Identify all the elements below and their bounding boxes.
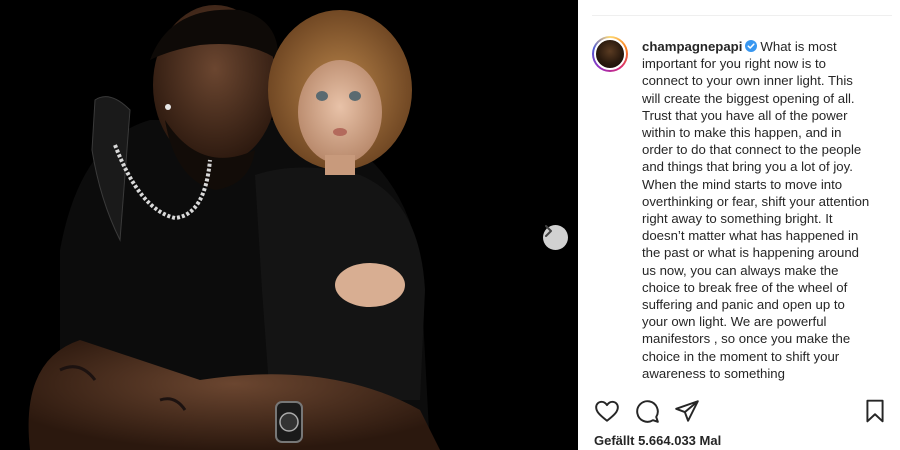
caption-comment: champagnepapi What is most important for …	[592, 36, 892, 386]
heart-icon[interactable]	[594, 398, 620, 424]
caption-text: What is most important for you right now…	[642, 39, 870, 381]
photo-illustration	[0, 0, 578, 450]
chevron-right-icon	[545, 225, 552, 237]
comment-icon[interactable]	[634, 398, 660, 424]
caption-body: champagnepapi What is most important for …	[642, 38, 874, 382]
avatar[interactable]	[592, 36, 628, 72]
verified-badge-icon	[745, 40, 758, 52]
post-sidebar: champagnepapi What is most important for …	[578, 0, 900, 450]
likes-count[interactable]: Gefällt 5.664.033 Mal	[594, 433, 721, 448]
username-link[interactable]: champagnepapi	[642, 39, 742, 54]
action-bar	[592, 398, 888, 426]
bookmark-icon[interactable]	[862, 398, 888, 424]
avatar-image	[594, 38, 626, 70]
post-photo[interactable]	[0, 0, 578, 450]
paper-plane-icon[interactable]	[674, 398, 700, 424]
header-divider	[592, 0, 892, 16]
next-photo-button[interactable]	[543, 225, 568, 250]
